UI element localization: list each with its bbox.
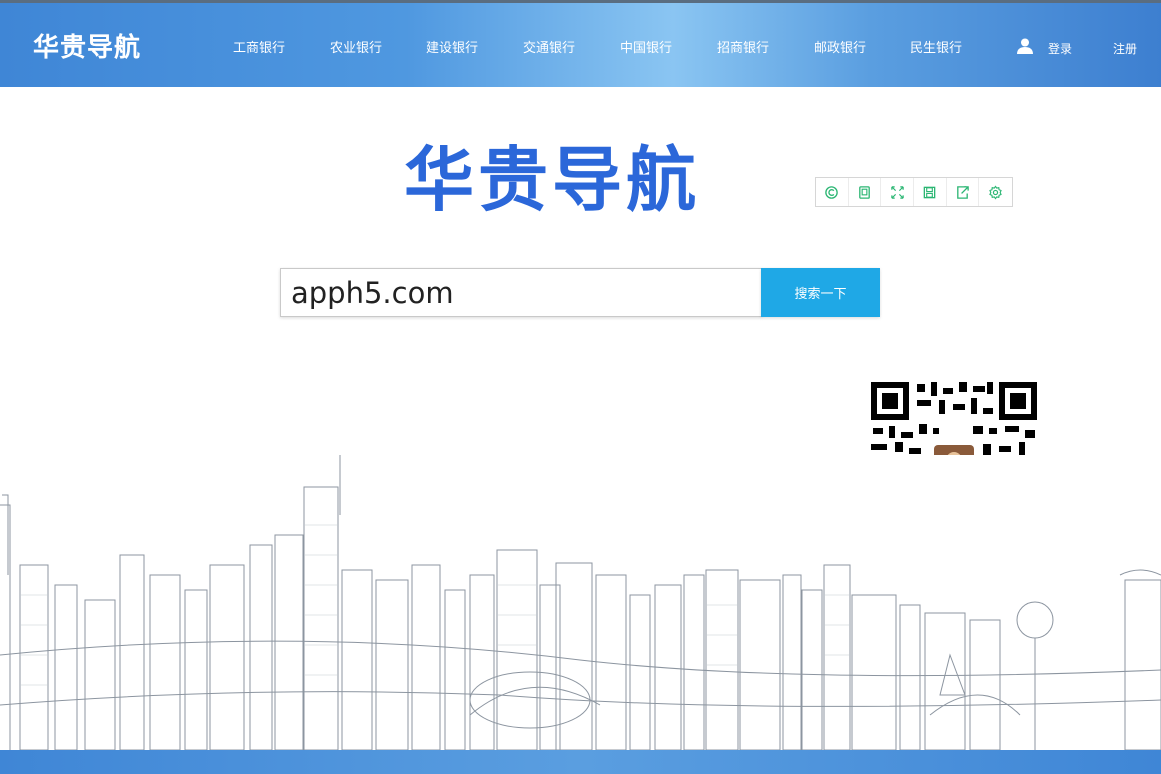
register-link[interactable]: 注册: [1113, 40, 1137, 57]
nav-item-boc[interactable]: 中国银行: [620, 37, 672, 56]
save-icon[interactable]: [914, 178, 947, 206]
fullscreen-icon[interactable]: [881, 178, 915, 206]
search-button[interactable]: 搜索一下: [761, 268, 880, 317]
brand-logo[interactable]: 华贵导航: [33, 27, 141, 64]
nav-item-psbc[interactable]: 邮政银行: [814, 37, 866, 56]
login-link[interactable]: 登录: [1048, 40, 1072, 57]
share-icon[interactable]: [947, 178, 980, 206]
nav-item-bocom[interactable]: 交通银行: [523, 37, 575, 56]
nav-item-abc[interactable]: 农业银行: [330, 37, 382, 56]
search-box: [280, 268, 762, 317]
user-icon[interactable]: [1016, 37, 1034, 55]
bottom-bar: [0, 750, 1161, 774]
nav-item-icbc[interactable]: 工商银行: [233, 37, 285, 56]
nav-item-cmbc[interactable]: 民生银行: [910, 37, 962, 56]
main-logo: 华贵导航: [404, 139, 700, 221]
nav-item-ccb[interactable]: 建设银行: [426, 37, 478, 56]
city-skyline-illustration: [0, 455, 1161, 750]
tool-strip: [815, 177, 1013, 207]
settings-icon[interactable]: [979, 178, 1012, 206]
nav-item-cmb[interactable]: 招商银行: [717, 37, 769, 56]
search-input[interactable]: [291, 274, 753, 311]
top-navigation-bar: 华贵导航 工商银行 农业银行 建设银行 交通银行 中国银行 招商银行 邮政银行 …: [0, 0, 1161, 87]
refresh-icon[interactable]: [816, 178, 849, 206]
copy-icon[interactable]: [849, 178, 882, 206]
